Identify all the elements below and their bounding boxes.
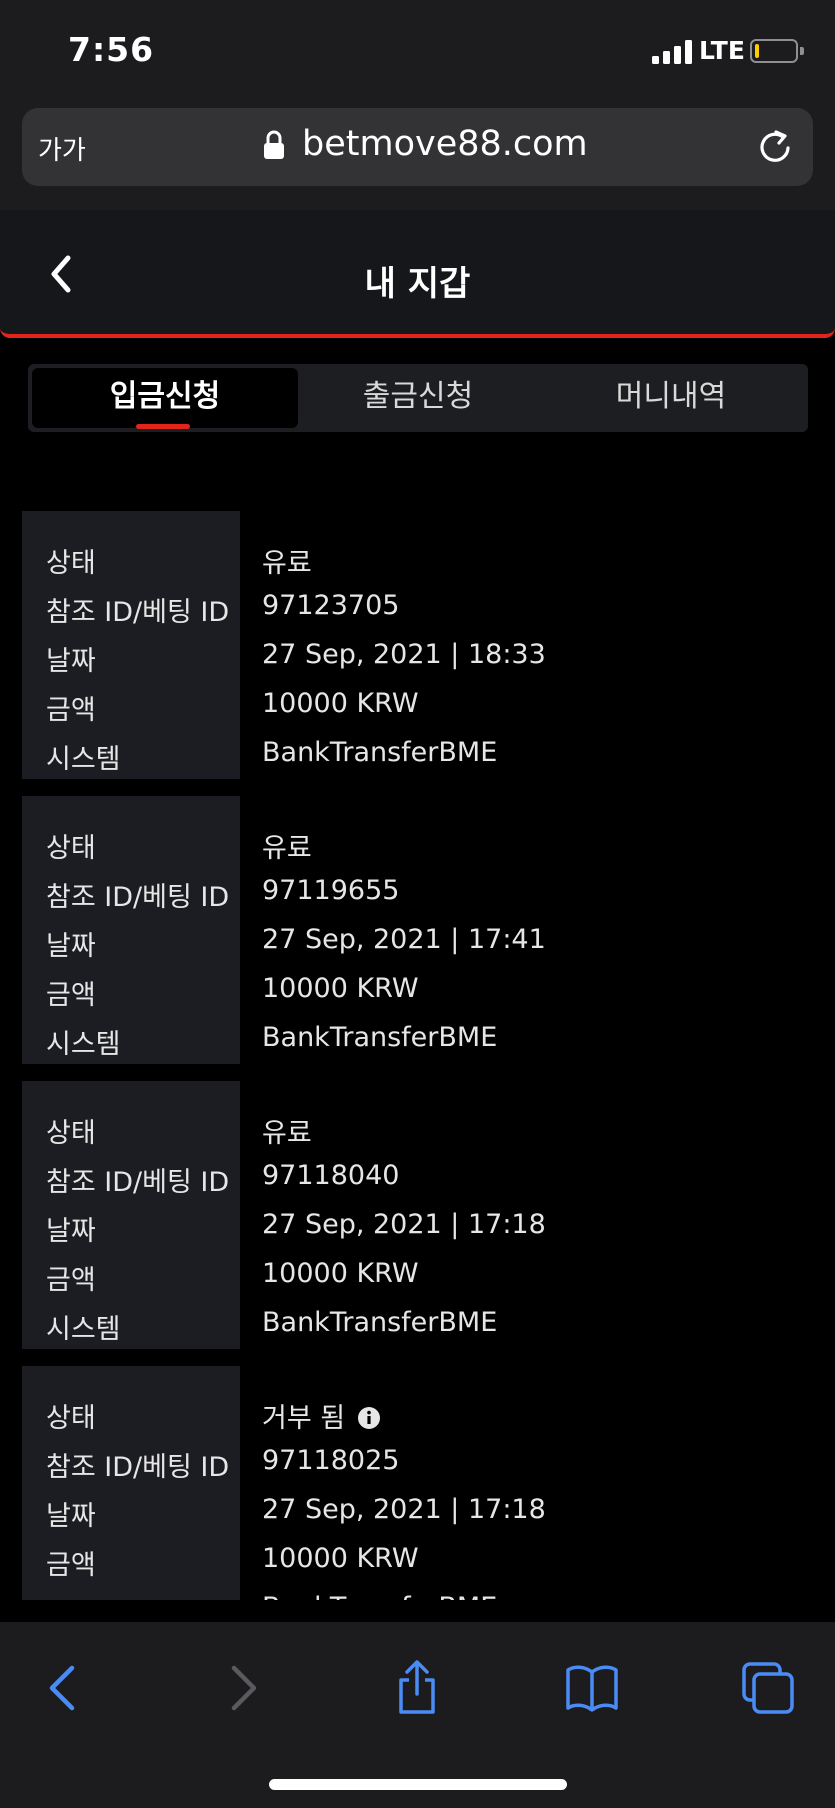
field-value: 27 Sep, 2021 | 17:18 bbox=[262, 1209, 546, 1240]
tab-label: 머니내역 bbox=[615, 379, 727, 414]
field-label: 날짜 bbox=[46, 1501, 96, 1532]
field-value: 27 Sep, 2021 | 17:41 bbox=[262, 924, 546, 955]
field-value: BankTransferBME bbox=[262, 1022, 498, 1053]
record-row-status: 상태 유료 bbox=[22, 1111, 812, 1160]
transaction-record: 상태 거부 됨 참조 ID/베팅 ID 97118025 날짜 27 Sep, … bbox=[22, 1366, 812, 1600]
tab-withdrawal-request[interactable]: 출금신청 bbox=[285, 368, 551, 428]
field-label: 시스템 bbox=[46, 1029, 121, 1060]
status-time: 7:56 bbox=[68, 30, 155, 69]
field-value: 유료 bbox=[262, 833, 312, 864]
field-label: 시스템 bbox=[46, 1314, 121, 1345]
field-label: 참조 ID/베팅 ID bbox=[46, 882, 230, 913]
record-row-system: 시스템 BankTransferBME bbox=[22, 1307, 812, 1356]
share-icon[interactable] bbox=[389, 1660, 445, 1716]
field-label: 날짜 bbox=[46, 646, 96, 677]
browser-toolbar bbox=[0, 1622, 835, 1808]
field-label: 금액 bbox=[46, 980, 96, 1011]
field-value: 97118025 bbox=[262, 1445, 400, 1476]
field-value: 10000 KRW bbox=[262, 1258, 419, 1289]
record-row-amount: 금액 10000 KRW bbox=[22, 1543, 812, 1592]
info-icon[interactable] bbox=[357, 1406, 381, 1430]
field-label: 금액 bbox=[46, 1265, 96, 1296]
bookmarks-icon[interactable] bbox=[564, 1660, 620, 1716]
record-row-reference-id: 참조 ID/베팅 ID 97123705 bbox=[22, 590, 812, 639]
lock-icon bbox=[264, 130, 284, 159]
record-row-amount: 금액 10000 KRW bbox=[22, 1258, 812, 1307]
field-value: BankTransferBME bbox=[262, 737, 498, 768]
field-value: BankTransferBME bbox=[262, 1592, 497, 1600]
record-row-status: 상태 유료 bbox=[22, 826, 812, 875]
wallet-tabs: 입금신청 출금신청 머니내역 bbox=[28, 364, 808, 432]
field-label: 날짜 bbox=[46, 931, 96, 962]
browser-address-area: 가가 betmove88.com bbox=[0, 100, 835, 210]
field-label: 상태 bbox=[46, 548, 96, 579]
field-value: 10000 KRW bbox=[262, 1543, 419, 1574]
record-row-status: 상태 유료 bbox=[22, 541, 812, 590]
field-value: 10000 KRW bbox=[262, 688, 419, 719]
record-row-date: 날짜 27 Sep, 2021 | 17:18 bbox=[22, 1209, 812, 1258]
record-row-reference-id: 참조 ID/베팅 ID 97118040 bbox=[22, 1160, 812, 1209]
field-value: 유료 bbox=[262, 1118, 312, 1149]
text-size-button[interactable]: 가가 bbox=[38, 130, 86, 167]
active-tab-indicator bbox=[136, 424, 190, 429]
tabs-icon[interactable] bbox=[740, 1660, 796, 1716]
record-row-reference-id: 참조 ID/베팅 ID 97118025 bbox=[22, 1445, 812, 1494]
field-label: 시스템 bbox=[46, 744, 121, 775]
field-label: 상태 bbox=[46, 1118, 96, 1149]
address-bar[interactable]: 가가 betmove88.com bbox=[22, 108, 813, 186]
transaction-list[interactable]: 상태 유료 참조 ID/베팅 ID 97123705 날짜 27 Sep, 20… bbox=[0, 440, 835, 1600]
field-value: 10000 KRW bbox=[262, 973, 419, 1004]
transaction-record: 상태 유료 참조 ID/베팅 ID 97123705 날짜 27 Sep, 20… bbox=[22, 511, 812, 779]
screen: 7:56 LTE 가가 betmove88.com 내 지갑 입금신청 출금신청… bbox=[0, 0, 835, 1808]
browser-back-icon[interactable] bbox=[36, 1660, 92, 1716]
field-label: 금액 bbox=[46, 695, 96, 726]
field-value: 97123705 bbox=[262, 590, 400, 621]
transaction-record: 상태 유료 참조 ID/베팅 ID 97118040 날짜 27 Sep, 20… bbox=[22, 1081, 812, 1349]
tab-label: 출금신청 bbox=[362, 379, 474, 414]
record-row-amount: 금액 10000 KRW bbox=[22, 688, 812, 737]
field-label: 날짜 bbox=[46, 1216, 96, 1247]
field-label: 참조 ID/베팅 ID bbox=[46, 597, 230, 628]
field-value: BankTransferBME bbox=[262, 1307, 498, 1338]
status-bar: 7:56 LTE bbox=[0, 0, 835, 100]
record-row-status: 상태 거부 됨 bbox=[22, 1396, 812, 1445]
record-row-system: 시스템 BankTransferBME bbox=[22, 1592, 812, 1600]
field-value: 유료 bbox=[262, 548, 312, 579]
page-title: 내 지갑 bbox=[364, 264, 471, 304]
field-label: 참조 ID/베팅 ID bbox=[46, 1167, 230, 1198]
field-value: 거부 됨 bbox=[262, 1396, 381, 1435]
record-row-reference-id: 참조 ID/베팅 ID 97119655 bbox=[22, 875, 812, 924]
battery-tip bbox=[800, 47, 804, 55]
field-value: 97119655 bbox=[262, 875, 400, 906]
battery-icon bbox=[750, 39, 798, 63]
signal-strength-icon bbox=[652, 40, 692, 64]
field-value: 27 Sep, 2021 | 18:33 bbox=[262, 639, 546, 670]
app-header: 내 지갑 bbox=[0, 210, 835, 338]
browser-forward-icon[interactable] bbox=[214, 1660, 270, 1716]
transaction-record: 상태 유료 참조 ID/베팅 ID 97119655 날짜 27 Sep, 20… bbox=[22, 796, 812, 1064]
field-label: 상태 bbox=[46, 833, 96, 864]
status-text: 거부 됨 bbox=[262, 1403, 346, 1434]
record-row-amount: 금액 10000 KRW bbox=[22, 973, 812, 1022]
record-row-date: 날짜 27 Sep, 2021 | 18:33 bbox=[22, 639, 812, 688]
tab-money-history[interactable]: 머니내역 bbox=[538, 368, 804, 428]
tab-label: 입금신청 bbox=[109, 379, 221, 414]
record-row-date: 날짜 27 Sep, 2021 | 17:18 bbox=[22, 1494, 812, 1543]
field-label: 상태 bbox=[46, 1403, 96, 1434]
network-type: LTE bbox=[699, 36, 745, 65]
tab-deposit-request[interactable]: 입금신청 bbox=[32, 368, 298, 429]
record-row-date: 날짜 27 Sep, 2021 | 17:41 bbox=[22, 924, 812, 973]
home-indicator[interactable] bbox=[269, 1779, 567, 1790]
url-domain[interactable]: betmove88.com bbox=[302, 124, 588, 164]
record-row-system: 시스템 BankTransferBME bbox=[22, 1022, 812, 1071]
field-label: 참조 ID/베팅 ID bbox=[46, 1452, 230, 1483]
field-label: 금액 bbox=[46, 1550, 96, 1581]
field-label: 시스템 bbox=[46, 1592, 121, 1600]
field-value: 97118040 bbox=[262, 1160, 400, 1191]
record-row-system: 시스템 BankTransferBME bbox=[22, 737, 812, 786]
field-value: 27 Sep, 2021 | 17:18 bbox=[262, 1494, 546, 1525]
reload-icon[interactable] bbox=[754, 126, 796, 168]
